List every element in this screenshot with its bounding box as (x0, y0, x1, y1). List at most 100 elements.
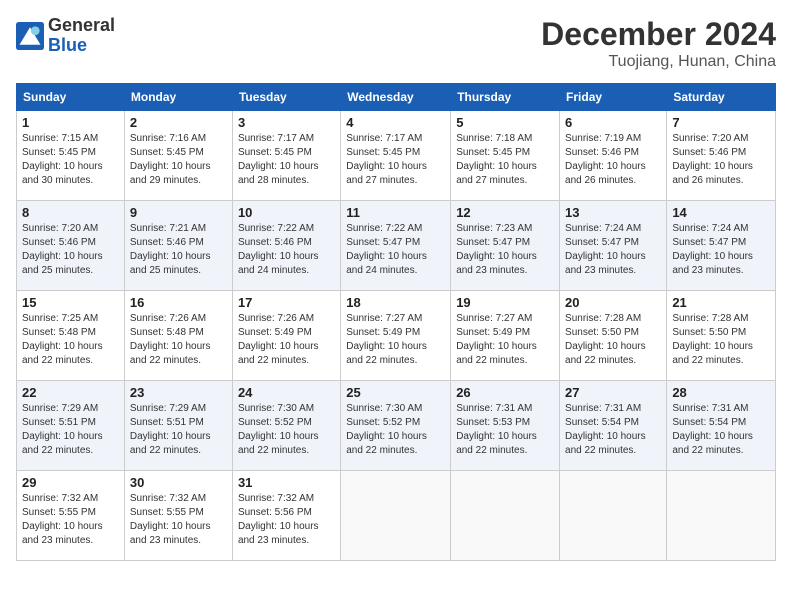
day-info: Sunrise: 7:24 AM Sunset: 5:47 PM Dayligh… (672, 222, 770, 278)
calendar-cell: 22 Sunrise: 7:29 AM Sunset: 5:51 PM Dayli… (17, 381, 125, 471)
calendar-cell: 14 Sunrise: 7:24 AM Sunset: 5:47 PM Dayli… (667, 201, 776, 291)
day-info: Sunrise: 7:29 AM Sunset: 5:51 PM Dayligh… (22, 402, 119, 458)
calendar-week-1: 1 Sunrise: 7:15 AM Sunset: 5:45 PM Daylig… (17, 111, 776, 201)
calendar-cell: 18 Sunrise: 7:27 AM Sunset: 5:49 PM Dayli… (341, 291, 451, 381)
day-header-tuesday: Tuesday (232, 84, 340, 111)
day-number: 28 (672, 385, 770, 400)
day-number: 21 (672, 295, 770, 310)
day-number: 29 (22, 475, 119, 490)
calendar-cell: 15 Sunrise: 7:25 AM Sunset: 5:48 PM Dayli… (17, 291, 125, 381)
day-info: Sunrise: 7:25 AM Sunset: 5:48 PM Dayligh… (22, 312, 119, 368)
day-info: Sunrise: 7:20 AM Sunset: 5:46 PM Dayligh… (22, 222, 119, 278)
logo: General Blue (16, 16, 115, 56)
day-info: Sunrise: 7:32 AM Sunset: 5:55 PM Dayligh… (22, 492, 119, 548)
calendar-table: SundayMondayTuesdayWednesdayThursdayFrid… (16, 83, 776, 561)
calendar-week-2: 8 Sunrise: 7:20 AM Sunset: 5:46 PM Daylig… (17, 201, 776, 291)
month-title: December 2024 (541, 16, 776, 53)
calendar-cell: 24 Sunrise: 7:30 AM Sunset: 5:52 PM Dayli… (232, 381, 340, 471)
day-number: 13 (565, 205, 661, 220)
calendar-cell: 4 Sunrise: 7:17 AM Sunset: 5:45 PM Daylig… (341, 111, 451, 201)
calendar-cell: 12 Sunrise: 7:23 AM Sunset: 5:47 PM Dayli… (451, 201, 560, 291)
logo-text: General Blue (48, 16, 115, 56)
calendar-cell (667, 471, 776, 561)
calendar-cell: 27Sunrise: 7:31 AM Sunset: 5:54 PM Dayli… (560, 381, 667, 471)
title-block: December 2024 Tuojiang, Hunan, China (541, 16, 776, 71)
calendar-cell: 9 Sunrise: 7:21 AM Sunset: 5:46 PM Daylig… (124, 201, 232, 291)
calendar-week-5: 29 Sunrise: 7:32 AM Sunset: 5:55 PM Dayli… (17, 471, 776, 561)
day-number: 15 (22, 295, 119, 310)
calendar-cell: 17Sunrise: 7:26 AM Sunset: 5:49 PM Dayli… (232, 291, 340, 381)
calendar-cell: 16Sunrise: 7:26 AM Sunset: 5:48 PM Dayli… (124, 291, 232, 381)
day-info: Sunrise: 7:16 AM Sunset: 5:45 PM Dayligh… (130, 132, 227, 188)
calendar-cell: 3Sunrise: 7:17 AM Sunset: 5:45 PM Daylig… (232, 111, 340, 201)
day-info: Sunrise: 7:21 AM Sunset: 5:46 PM Dayligh… (130, 222, 227, 278)
calendar-cell (560, 471, 667, 561)
calendar-week-3: 15 Sunrise: 7:25 AM Sunset: 5:48 PM Dayli… (17, 291, 776, 381)
day-number: 11 (346, 205, 445, 220)
calendar-cell (451, 471, 560, 561)
calendar-cell: 5 Sunrise: 7:18 AM Sunset: 5:45 PM Daylig… (451, 111, 560, 201)
day-number: 18 (346, 295, 445, 310)
day-header-friday: Friday (560, 84, 667, 111)
day-info: Sunrise: 7:30 AM Sunset: 5:52 PM Dayligh… (238, 402, 335, 458)
day-number: 9 (130, 205, 227, 220)
day-number: 2 (130, 115, 227, 130)
day-number: 4 (346, 115, 445, 130)
day-info: Sunrise: 7:24 AM Sunset: 5:47 PM Dayligh… (565, 222, 661, 278)
day-number: 24 (238, 385, 335, 400)
location-title: Tuojiang, Hunan, China (541, 53, 776, 71)
calendar-cell: 25Sunrise: 7:30 AM Sunset: 5:52 PM Dayli… (341, 381, 451, 471)
day-info: Sunrise: 7:31 AM Sunset: 5:54 PM Dayligh… (565, 402, 661, 458)
calendar-cell: 29 Sunrise: 7:32 AM Sunset: 5:55 PM Dayli… (17, 471, 125, 561)
day-number: 5 (456, 115, 554, 130)
day-number: 20 (565, 295, 661, 310)
day-info: Sunrise: 7:22 AM Sunset: 5:47 PM Dayligh… (346, 222, 445, 278)
logo-general: General (48, 16, 115, 36)
day-number: 7 (672, 115, 770, 130)
calendar-cell: 20 Sunrise: 7:28 AM Sunset: 5:50 PM Dayli… (560, 291, 667, 381)
day-number: 19 (456, 295, 554, 310)
day-info: Sunrise: 7:32 AM Sunset: 5:55 PM Dayligh… (130, 492, 227, 548)
day-info: Sunrise: 7:28 AM Sunset: 5:50 PM Dayligh… (565, 312, 661, 368)
day-number: 26 (456, 385, 554, 400)
day-number: 30 (130, 475, 227, 490)
day-number: 17 (238, 295, 335, 310)
calendar-cell: 11 Sunrise: 7:22 AM Sunset: 5:47 PM Dayli… (341, 201, 451, 291)
calendar-cell: 26 Sunrise: 7:31 AM Sunset: 5:53 PM Dayli… (451, 381, 560, 471)
day-info: Sunrise: 7:22 AM Sunset: 5:46 PM Dayligh… (238, 222, 335, 278)
day-info: Sunrise: 7:23 AM Sunset: 5:47 PM Dayligh… (456, 222, 554, 278)
calendar-cell: 1 Sunrise: 7:15 AM Sunset: 5:45 PM Daylig… (17, 111, 125, 201)
logo-blue: Blue (48, 36, 115, 56)
calendar-header-row: SundayMondayTuesdayWednesdayThursdayFrid… (17, 84, 776, 111)
calendar-cell: 2 Sunrise: 7:16 AM Sunset: 5:45 PM Daylig… (124, 111, 232, 201)
day-header-saturday: Saturday (667, 84, 776, 111)
day-info: Sunrise: 7:17 AM Sunset: 5:45 PM Dayligh… (346, 132, 445, 188)
day-info: Sunrise: 7:27 AM Sunset: 5:49 PM Dayligh… (346, 312, 445, 368)
calendar-cell: 23Sunrise: 7:29 AM Sunset: 5:51 PM Dayli… (124, 381, 232, 471)
day-number: 22 (22, 385, 119, 400)
day-info: Sunrise: 7:31 AM Sunset: 5:53 PM Dayligh… (456, 402, 554, 458)
day-info: Sunrise: 7:28 AM Sunset: 5:50 PM Dayligh… (672, 312, 770, 368)
day-number: 31 (238, 475, 335, 490)
calendar-cell (341, 471, 451, 561)
day-info: Sunrise: 7:26 AM Sunset: 5:48 PM Dayligh… (130, 312, 227, 368)
calendar-cell: 28Sunrise: 7:31 AM Sunset: 5:54 PM Dayli… (667, 381, 776, 471)
day-number: 8 (22, 205, 119, 220)
calendar-cell: 10 Sunrise: 7:22 AM Sunset: 5:46 PM Dayli… (232, 201, 340, 291)
day-header-wednesday: Wednesday (341, 84, 451, 111)
calendar-cell: 19Sunrise: 7:27 AM Sunset: 5:49 PM Dayli… (451, 291, 560, 381)
day-info: Sunrise: 7:15 AM Sunset: 5:45 PM Dayligh… (22, 132, 119, 188)
logo-icon (16, 22, 44, 50)
day-header-thursday: Thursday (451, 84, 560, 111)
day-info: Sunrise: 7:30 AM Sunset: 5:52 PM Dayligh… (346, 402, 445, 458)
day-info: Sunrise: 7:18 AM Sunset: 5:45 PM Dayligh… (456, 132, 554, 188)
day-number: 10 (238, 205, 335, 220)
day-number: 3 (238, 115, 335, 130)
page-header: General Blue December 2024 Tuojiang, Hun… (16, 16, 776, 71)
day-number: 1 (22, 115, 119, 130)
calendar-cell: 13 Sunrise: 7:24 AM Sunset: 5:47 PM Dayli… (560, 201, 667, 291)
calendar-cell: 8 Sunrise: 7:20 AM Sunset: 5:46 PM Daylig… (17, 201, 125, 291)
day-number: 12 (456, 205, 554, 220)
calendar-cell: 30 Sunrise: 7:32 AM Sunset: 5:55 PM Dayli… (124, 471, 232, 561)
day-number: 14 (672, 205, 770, 220)
